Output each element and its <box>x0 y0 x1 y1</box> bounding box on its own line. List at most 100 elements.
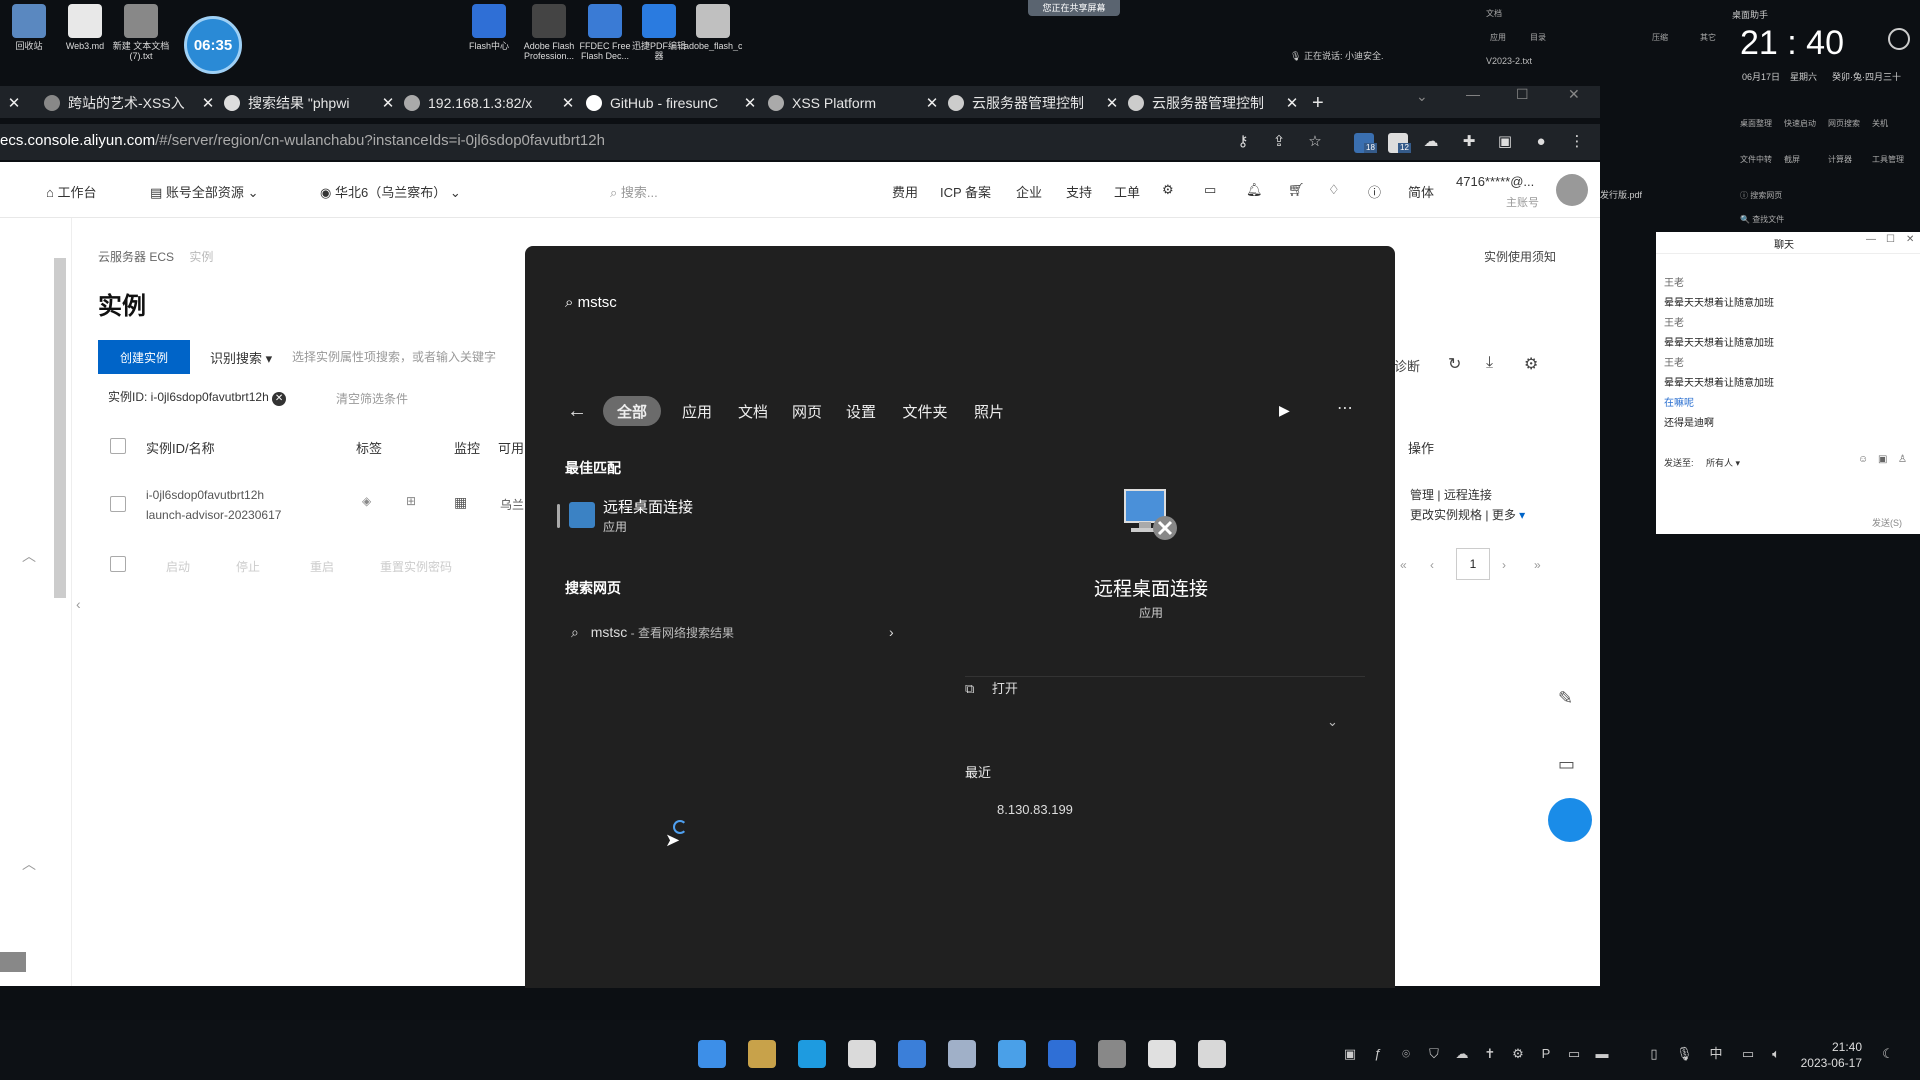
row-checkbox[interactable] <box>110 496 126 512</box>
tray-icon-7[interactable]: ⚙ <box>1510 1046 1526 1062</box>
col-instance[interactable]: 实例ID/名称 <box>146 438 215 457</box>
tab-close-icon[interactable]: ✕ <box>742 94 758 112</box>
new-tab-button[interactable]: + <box>1312 90 1332 116</box>
browser-tab[interactable]: GitHub - firesunC ✕ <box>586 90 758 116</box>
assistant-float-button[interactable] <box>1548 798 1592 842</box>
share-icon[interactable]: ⇪ <box>1270 133 1288 151</box>
desktop-icon[interactable]: FFDEC Free Flash Dec... <box>576 4 634 61</box>
manage-link[interactable]: 管理 <box>1410 488 1434 502</box>
batch-checkbox[interactable] <box>110 556 126 572</box>
tray-icon-8[interactable]: P <box>1538 1046 1554 1062</box>
remote-connect-link[interactable]: 远程连接 <box>1444 488 1492 502</box>
taskbar-notepad-icon[interactable] <box>1198 1040 1226 1068</box>
back-arrow-icon[interactable]: ← <box>567 400 587 423</box>
browser-tab[interactable]: 搜索结果 "phpwi ✕ <box>224 90 396 116</box>
batch-action[interactable]: 重启 <box>310 558 334 575</box>
star-icon[interactable]: ☆ <box>1306 133 1324 151</box>
batch-action[interactable]: 停止 <box>236 558 260 575</box>
nav-lang[interactable]: 简体 <box>1408 182 1434 201</box>
filter-tab[interactable]: 设置 <box>839 396 883 426</box>
filter-tab[interactable]: 网页 <box>785 396 829 426</box>
maximize-icon[interactable]: ☐ <box>1516 86 1529 103</box>
sidebar-toggle-icon[interactable]: ▣ <box>1496 133 1514 151</box>
clear-filter-link[interactable]: 清空筛选条件 <box>336 390 408 407</box>
sidebar-menu-icon[interactable] <box>0 952 26 972</box>
nav-link[interactable]: ICP 备案 <box>940 182 991 201</box>
side-search-web[interactable]: ⓘ 搜索网页 <box>1740 190 1782 201</box>
page-current[interactable]: 1 <box>1456 548 1490 580</box>
volume-icon[interactable]: 🔈︎ <box>1768 1046 1784 1062</box>
extensions-puzzle-icon[interactable]: ✚ <box>1460 133 1478 151</box>
nav-icon-1[interactable]: ⚙ <box>1162 182 1174 198</box>
send-to[interactable]: 发送至: 所有人 ▾ <box>1664 456 1740 469</box>
taskbar-app-photo-icon[interactable] <box>998 1040 1026 1068</box>
tray-icon-3[interactable]: ⌾ <box>1398 1046 1414 1062</box>
browser-tab[interactable]: 云服务器管理控制 ✕ <box>1128 90 1300 116</box>
refresh-icon[interactable]: ↻ <box>1448 354 1461 374</box>
taskbar-file-explorer-icon[interactable] <box>748 1040 776 1068</box>
help-icon[interactable]: ⓘ <box>1368 182 1381 201</box>
more-menu-icon[interactable]: ⋮ <box>1568 133 1586 151</box>
assistant-tool[interactable]: 桌面整理 <box>1740 118 1772 129</box>
minimize-icon[interactable]: — <box>1466 86 1480 102</box>
chevron-right-icon[interactable]: › <box>889 624 894 640</box>
nav-icon-terminal[interactable]: ▭ <box>1204 182 1216 198</box>
play-icon[interactable]: ▶ <box>1279 402 1290 419</box>
tab-close-icon[interactable]: ✕ <box>924 94 940 112</box>
more-actions-link[interactable]: 更多 <box>1492 508 1516 522</box>
desktop-icon[interactable]: Adobe Flash Profession... <box>520 4 578 61</box>
recent-file[interactable]: V2023-2.txt <box>1486 56 1532 66</box>
nav-link[interactable]: 支持 <box>1066 182 1092 201</box>
web-search-result[interactable]: ⌕ mstsc - 查看网络搜索结果 <box>571 624 734 641</box>
tag-icon[interactable]: ◈ <box>362 494 371 508</box>
taskbar-app-grey-icon[interactable] <box>1098 1040 1126 1068</box>
select-all-checkbox[interactable] <box>110 438 126 454</box>
nav-region[interactable]: ◉ 华北6（乌兰察布） ⌄ <box>320 182 461 201</box>
chevron-up-icon[interactable]: ︿ <box>22 546 36 566</box>
filter-tab[interactable]: 照片 <box>967 396 1011 426</box>
taskbar-app-blue-icon[interactable] <box>898 1040 926 1068</box>
taskbar-start-icon[interactable] <box>698 1040 726 1068</box>
avatar[interactable] <box>1556 174 1588 206</box>
tray-icon-1[interactable]: ▣ <box>1342 1046 1358 1062</box>
desktop-icon[interactable]: 迅捷PDF编辑器 <box>630 4 688 61</box>
maximize-icon[interactable]: ☐ <box>1886 234 1895 245</box>
edit-icon[interactable]: ✎ <box>1558 688 1573 709</box>
tray-icon-10[interactable]: ▬ <box>1594 1046 1610 1062</box>
diagnose-button[interactable]: 诊断 <box>1394 356 1420 375</box>
desktop-tool-zip[interactable]: 压缩 <box>1652 32 1668 43</box>
taskbar-time[interactable]: 21:40 <box>1806 1040 1862 1054</box>
desktop-tool-apps[interactable]: 应用 <box>1490 32 1506 43</box>
taskbar-flash-icon[interactable] <box>1048 1040 1076 1068</box>
assistant-tool[interactable]: 计算器 <box>1828 154 1852 165</box>
page-prev[interactable]: ‹ <box>1430 558 1434 572</box>
expand-chevron-icon[interactable]: ⌄ <box>1327 714 1338 730</box>
window-close-icon[interactable]: ✕ <box>1568 86 1580 103</box>
tab-close-icon[interactable]: ✕ <box>560 94 576 112</box>
instance-id[interactable]: i-0jl6sdop0favutbrt12h <box>146 488 264 502</box>
send-button[interactable]: 发送(S) <box>1872 516 1902 529</box>
browser-tab[interactable]: 跨站的艺术-XSS入 ✕ <box>44 90 216 116</box>
bell-icon[interactable]: 🔔︎ <box>1246 182 1263 198</box>
desktop-icon[interactable]: 回收站 <box>0 4 58 51</box>
col-zone[interactable]: 可用 <box>498 438 524 457</box>
nav-account[interactable]: 4716*****@... <box>1456 174 1534 189</box>
batch-action[interactable]: 重置实例密码 <box>380 558 452 575</box>
feedback-icon[interactable]: ▭ <box>1558 754 1575 775</box>
instance-notice-link[interactable]: 实例使用须知 <box>1484 248 1556 265</box>
tray-icon-5[interactable]: ☁ <box>1454 1046 1470 1062</box>
create-instance-button[interactable]: 创建实例 <box>98 340 190 374</box>
assistant-tool[interactable]: 关机 <box>1872 118 1888 129</box>
assistant-tool[interactable]: 快速启动 <box>1784 118 1816 129</box>
extension-icon-3[interactable]: ☁ <box>1422 133 1440 151</box>
taskbar-chrome-icon[interactable] <box>848 1040 876 1068</box>
nav-link[interactable]: 企业 <box>1016 182 1042 201</box>
extension-icon-2[interactable]: 12 <box>1388 133 1411 153</box>
desktop-icon[interactable]: 新建 文本文档 (7).txt <box>112 4 170 61</box>
file-item[interactable]: 发行版.pdf <box>1600 188 1642 201</box>
nav-resources[interactable]: ▤ 账号全部资源 ⌄ <box>150 182 258 201</box>
tray-flash-icon[interactable]: ƒ <box>1370 1046 1386 1062</box>
tray-icon-9[interactable]: ▭ <box>1566 1046 1582 1062</box>
best-match-title[interactable]: 远程桌面连接 <box>603 496 693 517</box>
chevron-up-icon[interactable]: ︿ <box>22 854 36 874</box>
